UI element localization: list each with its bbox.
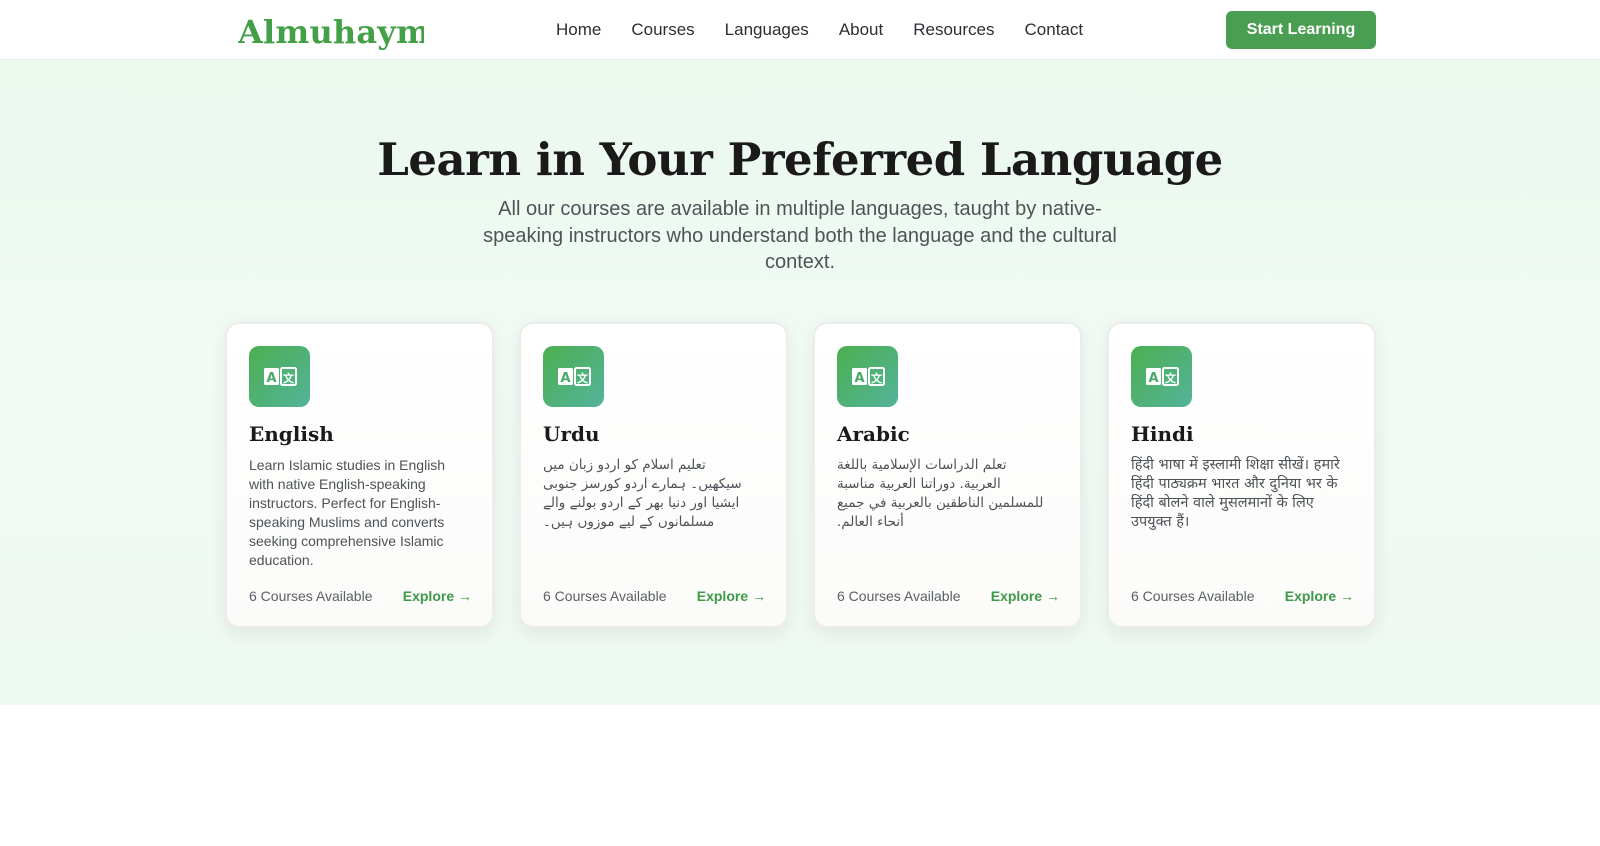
course-count: 6 Courses Available (837, 588, 961, 604)
card-description: हिंदी भाषा में इस्लामी शिक्षा सीखें। हमा… (1131, 457, 1340, 530)
translate-icon: A 文 (249, 346, 310, 407)
nav-link-home[interactable]: Home (556, 20, 601, 40)
svg-text:A: A (854, 371, 864, 386)
language-card-urdu[interactable]: A 文 Urdu تعلیم اسلام کو اردو زبان میں سی… (519, 322, 788, 628)
svg-text:文: 文 (871, 371, 883, 385)
course-count: 6 Courses Available (249, 588, 373, 604)
svg-text:文: 文 (1165, 371, 1177, 385)
brand-logo[interactable]: Almuhaymin (238, 12, 424, 52)
nav-link-languages[interactable]: Languages (725, 20, 809, 40)
languages-section: Learn in Your Preferred Language All our… (0, 60, 1600, 705)
svg-text:A: A (1148, 371, 1158, 386)
card-title: Hindi (1131, 422, 1194, 446)
section-title: Learn in Your Preferred Language (377, 133, 1223, 186)
card-description: تعلم الدراسات الإسلامية باللغة العربية. … (837, 457, 1044, 530)
svg-text:文: 文 (577, 371, 589, 385)
card-title: Arabic (837, 422, 910, 446)
svg-text:文: 文 (283, 371, 295, 385)
language-card-hindi[interactable]: A 文 Hindi हिंदी भाषा में इस्लामी शिक्षा … (1107, 322, 1376, 628)
nav-link-contact[interactable]: Contact (1025, 20, 1084, 40)
nav-link-courses[interactable]: Courses (631, 20, 694, 40)
course-count: 6 Courses Available (1131, 588, 1255, 604)
navbar: Almuhaymin Home Courses Languages About … (0, 0, 1600, 60)
course-count: 6 Courses Available (543, 588, 667, 604)
start-learning-button[interactable]: Start Learning (1226, 11, 1376, 49)
main-nav: Home Courses Languages About Resources C… (556, 0, 1113, 60)
explore-link-arabic[interactable]: Explore → (991, 588, 1060, 604)
language-card-arabic[interactable]: A 文 Arabic تعلم الدراسات الإسلامية باللغ… (813, 322, 1082, 628)
card-description: Learn Islamic studies in English with na… (249, 457, 446, 568)
svg-text:A: A (266, 371, 276, 386)
card-title: English (249, 422, 334, 446)
section-subtitle: All our courses are available in multipl… (483, 198, 1117, 273)
card-title: Urdu (543, 422, 600, 446)
translate-icon: A 文 (837, 346, 898, 407)
nav-link-about[interactable]: About (839, 20, 883, 40)
language-cards: A 文 English Learn Islamic studies in Eng… (225, 322, 1376, 628)
explore-link-hindi[interactable]: Explore → (1285, 588, 1354, 604)
nav-link-resources[interactable]: Resources (913, 20, 994, 40)
translate-icon: A 文 (1131, 346, 1192, 407)
explore-link-urdu[interactable]: Explore → (697, 588, 766, 604)
language-card-english[interactable]: A 文 English Learn Islamic studies in Eng… (225, 322, 494, 628)
svg-text:A: A (560, 371, 570, 386)
card-description: تعلیم اسلام کو اردو زبان میں سیکھیں۔ ہما… (543, 457, 742, 530)
explore-link-english[interactable]: Explore → (403, 588, 472, 604)
translate-icon: A 文 (543, 346, 604, 407)
